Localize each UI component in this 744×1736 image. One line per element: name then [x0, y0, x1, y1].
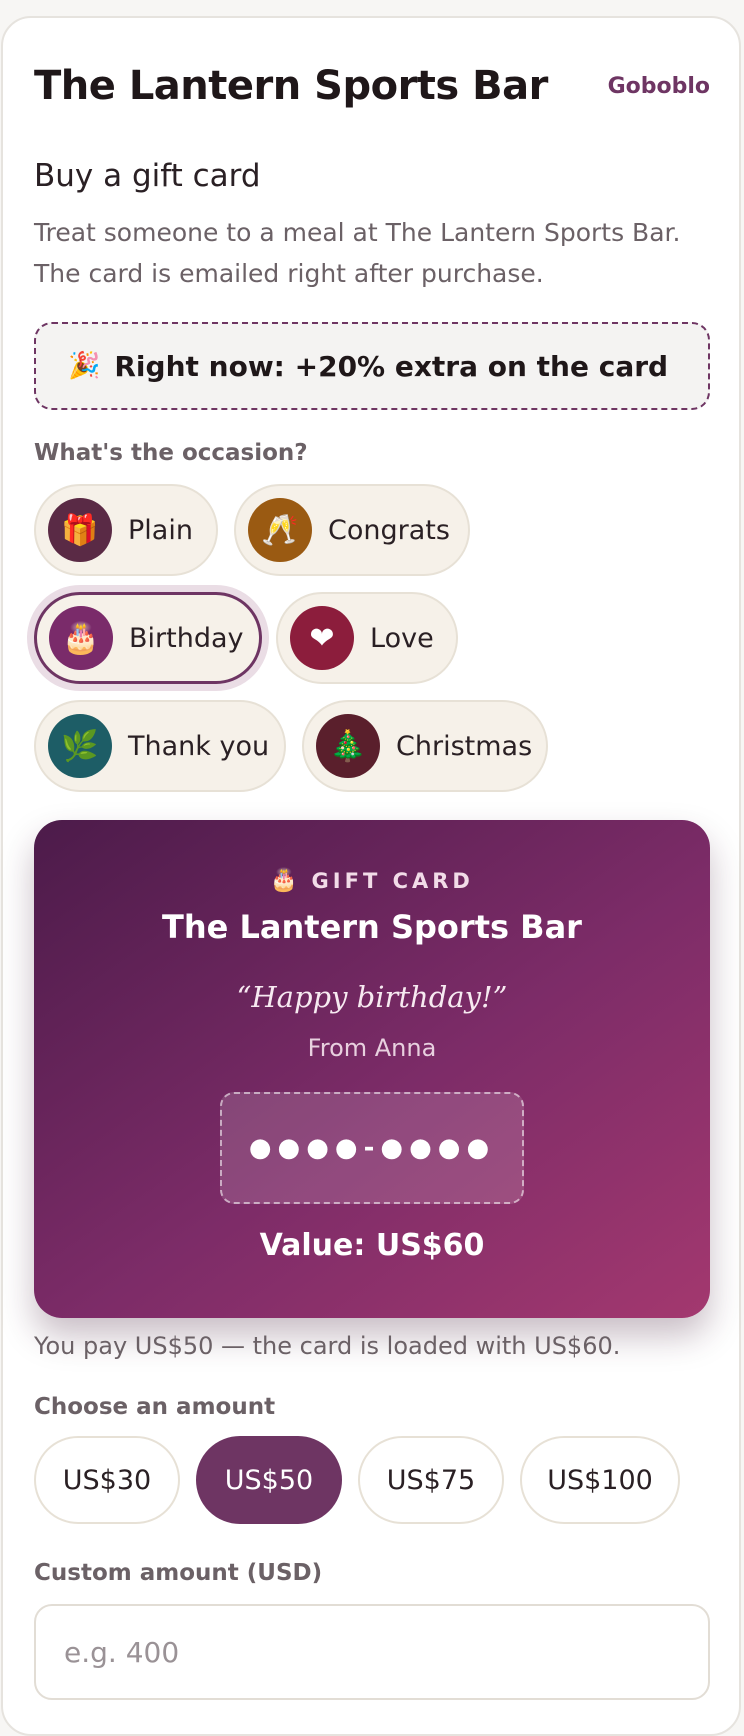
section-heading: Buy a gift card	[34, 158, 261, 194]
occasion-label: What's the occasion?	[34, 440, 308, 466]
occasion-chip-birthday[interactable]: 🎂 Birthday	[34, 592, 262, 684]
amount-option-100[interactable]: US$100	[520, 1436, 680, 1524]
occasion-chip-congrats[interactable]: 🥂 Congrats	[234, 484, 470, 576]
amount-option-30[interactable]: US$30	[34, 1436, 180, 1524]
cake-icon: 🎂	[270, 868, 298, 893]
occasion-chip-label: Thank you	[128, 730, 270, 762]
amount-option-75[interactable]: US$75	[358, 1436, 504, 1524]
card-header: 🎂 GIFT CARD	[34, 868, 710, 893]
gift-icon: 🎁	[48, 498, 112, 562]
occasion-chip-label: Christmas	[396, 730, 533, 762]
occasion-chip-label: Congrats	[328, 514, 450, 546]
card-message: “Happy birthday!”	[236, 980, 508, 1014]
amount-label: Choose an amount	[34, 1394, 276, 1420]
promo-banner: 🎉 Right now: +20% extra on the card	[34, 322, 710, 410]
pay-note: You pay US$50 — the card is loaded with …	[34, 1332, 621, 1360]
cake-icon: 🎂	[49, 606, 113, 670]
amount-option-50[interactable]: US$50	[196, 1436, 342, 1524]
card-restaurant-name: The Lantern Sports Bar	[162, 908, 582, 946]
occasion-chip-love[interactable]: ❤ Love	[276, 592, 458, 684]
occasion-chip-label: Birthday	[129, 622, 244, 654]
occasion-chip-label: Love	[370, 622, 434, 654]
occasion-chip-plain[interactable]: 🎁 Plain	[34, 484, 218, 576]
leaf-icon: 🌿	[48, 714, 112, 778]
section-description: Treat someone to a meal at The Lantern S…	[34, 218, 681, 288]
occasion-chip-christmas[interactable]: 🎄 Christmas	[302, 700, 548, 792]
promo-text: Right now: +20% extra on the card	[114, 349, 669, 383]
party-popper-icon: 🎉	[68, 351, 101, 381]
brand-link[interactable]: Goboblo	[608, 74, 710, 99]
header: The Lantern Sports Bar Goboblo	[34, 46, 710, 126]
gift-card-preview: 🎂 GIFT CARD The Lantern Sports Bar “Happ…	[34, 820, 710, 1318]
card-value: Value: US$60	[259, 1228, 485, 1263]
card-from: From Anna	[307, 1034, 437, 1062]
champagne-icon: 🥂	[248, 498, 312, 562]
tree-icon: 🎄	[316, 714, 380, 778]
card-code: ●●●●-●●●●	[220, 1092, 524, 1204]
heart-icon: ❤	[290, 606, 354, 670]
custom-amount-label: Custom amount (USD)	[34, 1560, 323, 1586]
page-title: The Lantern Sports Bar	[34, 63, 548, 109]
occasion-chip-label: Plain	[128, 514, 193, 546]
custom-amount-input[interactable]	[34, 1604, 710, 1700]
card-tag: GIFT CARD	[311, 868, 474, 893]
occasion-chip-thank-you[interactable]: 🌿 Thank you	[34, 700, 286, 792]
